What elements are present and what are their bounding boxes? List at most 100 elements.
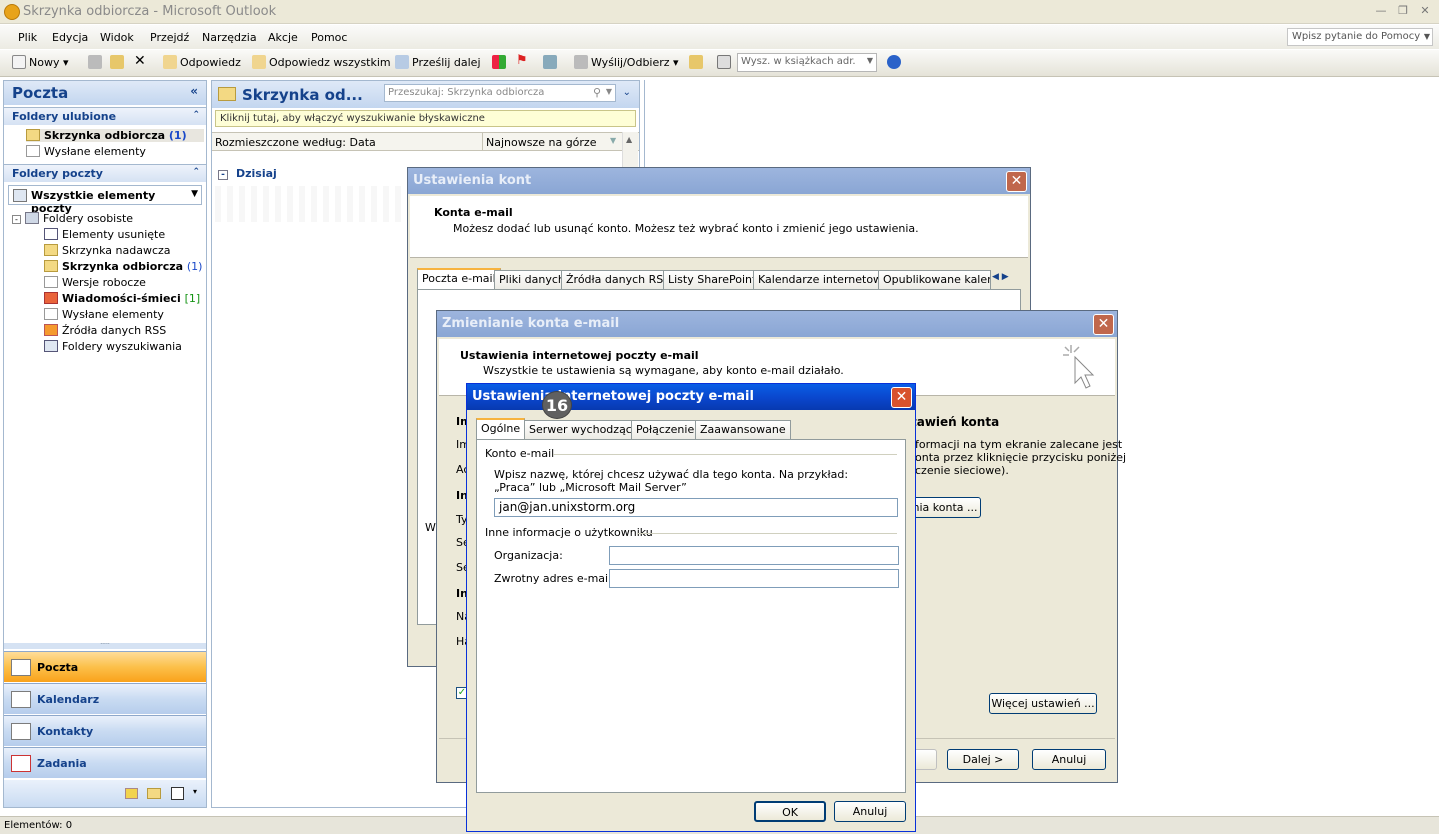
forward-button[interactable]: Prześlij dalej [395, 55, 481, 73]
favorites-header[interactable]: Foldery ulubione ⌃ [4, 107, 206, 125]
favorite-sent[interactable]: Wysłane elementy [26, 145, 146, 158]
help-search-placeholder: Wpisz pytanie do Pomocy [1292, 31, 1421, 42]
menu-edycja[interactable]: Edycja [52, 31, 88, 44]
account-name-field[interactable]: jan@jan.unixstorm.org [494, 498, 898, 517]
maximize-button[interactable]: ❐ [1395, 3, 1411, 19]
internet-email-settings-titlebar: Ustawienia internetowej poczty e-mail ✕ [467, 384, 915, 410]
folder-rss[interactable]: Źródła danych RSS [44, 324, 166, 337]
menu-akcje[interactable]: Akcje [268, 31, 298, 44]
find-button[interactable] [689, 55, 706, 73]
folder-sent[interactable]: Wysłane elementy [44, 308, 164, 321]
tab-data-files[interactable]: Pliki danych [494, 270, 570, 289]
reply-button[interactable]: Odpowiedz [163, 55, 241, 73]
folder-deleted[interactable]: Elementy usunięte [44, 228, 165, 241]
reply-all-button[interactable]: Odpowiedz wszystkim [252, 55, 391, 73]
chevron-up-icon[interactable]: ⌃ [192, 167, 200, 177]
mail-search-input[interactable]: Przeszukaj: Skrzynka odbiorcza ⚲ ▼ [384, 84, 616, 102]
organization-field[interactable] [609, 546, 899, 565]
enable-instant-search-link[interactable]: Kliknij tutaj, aby włączyć wyszukiwanie … [215, 110, 636, 127]
folder-outbox[interactable]: Skrzynka nadawcza [44, 244, 171, 257]
nav-button-calendar[interactable]: Kalendarz [4, 683, 206, 714]
menu-pomoc[interactable]: Pomoc [311, 31, 347, 44]
favorite-inbox[interactable]: Skrzynka odbiorcza (1) [26, 129, 204, 142]
inbox-icon [26, 129, 40, 141]
configure-buttons-icon[interactable]: ▾ [193, 787, 197, 796]
tab-rss[interactable]: Źródła danych RSS [561, 270, 676, 289]
address-book-search-input[interactable]: Wysz. w książkach adr. ▼ [737, 53, 877, 72]
next-button[interactable]: Dalej > [947, 749, 1019, 770]
group-today[interactable]: - Dzisiaj [218, 167, 277, 180]
print-button[interactable] [88, 55, 105, 73]
new-button[interactable]: Nowy ▾ [12, 55, 69, 73]
send-receive-all-button[interactable] [543, 55, 560, 73]
sort-order-button[interactable]: Najnowsze na górze [486, 136, 596, 149]
account-settings-description: Możesz dodać lub usunąć konto. Możesz te… [453, 222, 919, 235]
chevron-up-icon[interactable]: ⌃ [192, 110, 200, 120]
close-icon[interactable]: ✕ [891, 387, 912, 408]
general-tab-panel: Konto e-mail Wpisz nazwę, której chcesz … [476, 439, 906, 793]
personal-folders[interactable]: - Foldery osobiste [12, 212, 133, 225]
menu-widok[interactable]: Widok [100, 31, 134, 44]
address-book-button[interactable] [717, 55, 734, 73]
folder-junk[interactable]: Wiadomości-śmieci [1] [44, 292, 200, 305]
expand-search-icon[interactable]: ⌄ [623, 87, 631, 98]
ok-button[interactable]: OK [754, 801, 826, 822]
cancel-button[interactable]: Anuluj [1032, 749, 1106, 770]
move-button[interactable] [110, 55, 127, 73]
flag-button[interactable]: ⚑ [516, 53, 528, 71]
cancel-button[interactable]: Anuluj [834, 801, 906, 822]
deleted-items-icon [44, 228, 58, 240]
tab-published-calendars[interactable]: Opublikowane kalenda [878, 270, 991, 289]
collapse-tree-icon[interactable]: - [12, 215, 21, 224]
collapse-group-icon[interactable]: - [218, 170, 228, 180]
shortcuts-icon[interactable] [171, 787, 184, 800]
tab-scroll-arrows[interactable]: ◀ ▶ [992, 272, 1022, 288]
reply-email-field[interactable] [609, 569, 899, 588]
categorize-button[interactable] [492, 55, 509, 73]
chevron-down-icon[interactable]: ▼ [606, 87, 612, 96]
help-button[interactable] [887, 55, 904, 73]
folder-list-icon[interactable] [147, 788, 161, 799]
arranged-by-button[interactable]: Rozmieszczone według: Data [215, 136, 376, 149]
tab-outgoing-server[interactable]: Serwer wychodzący [524, 420, 644, 439]
minimize-button[interactable]: — [1373, 3, 1389, 19]
tab-general[interactable]: Ogólne [476, 418, 526, 439]
all-mail-items-dropdown[interactable]: Wszystkie elementy poczty ▼ [8, 185, 202, 215]
nav-button-mail[interactable]: Poczta [4, 651, 206, 682]
send-receive-button[interactable]: Wyślij/Odbierz ▾ [574, 55, 679, 73]
more-settings-button[interactable]: Więcej ustawień ... [989, 693, 1097, 714]
splitter-handle[interactable]: ····· [4, 642, 206, 649]
notes-icon[interactable] [125, 788, 138, 799]
reply-icon [163, 55, 177, 69]
test-account-settings-button[interactable]: nia konta ... [909, 497, 981, 518]
nav-title: Poczta « [4, 81, 206, 105]
tab-internet-calendars[interactable]: Kalendarze internetowe [753, 270, 894, 289]
close-button[interactable]: ✕ [1417, 3, 1433, 19]
search-icon[interactable]: ⚲ [593, 86, 601, 99]
delete-button[interactable]: ✕ [134, 53, 146, 71]
nav-button-tasks[interactable]: Zadania [4, 747, 206, 778]
collapse-pane-icon[interactable]: « [190, 84, 198, 98]
menu-narzedzia[interactable]: Narzędzia [202, 31, 257, 44]
tab-email[interactable]: Poczta e-mail [417, 268, 501, 289]
tab-sharepoint[interactable]: Listy SharePoint [663, 270, 762, 289]
tab-advanced[interactable]: Zaawansowane [695, 420, 791, 439]
mail-folders-header[interactable]: Foldery poczty ⌃ [4, 164, 206, 182]
menu-przejdz[interactable]: Przejdź [150, 31, 189, 44]
scroll-up-icon[interactable]: ▲ [626, 135, 632, 144]
tab-connection[interactable]: Połączenie [631, 420, 700, 439]
help-search-input[interactable]: Wpisz pytanie do Pomocy ▼ [1287, 28, 1433, 46]
folder-search[interactable]: Foldery wyszukiwania [44, 340, 182, 353]
close-icon[interactable]: ✕ [1093, 314, 1114, 335]
chevron-down-icon[interactable]: ▼ [1421, 28, 1433, 46]
account-group-label: Konto e-mail [485, 447, 555, 460]
folder-inbox[interactable]: Skrzynka odbiorcza (1) [44, 260, 202, 273]
menu-plik[interactable]: Plik [18, 31, 37, 44]
chevron-down-icon[interactable]: ▼ [191, 189, 198, 199]
close-icon[interactable]: ✕ [1006, 171, 1027, 192]
folder-drafts[interactable]: Wersje robocze [44, 276, 146, 289]
favorite-sent-label: Wysłane elementy [44, 145, 146, 158]
nav-button-contacts[interactable]: Kontakty [4, 715, 206, 746]
chevron-down-icon[interactable]: ▼ [867, 56, 873, 65]
group-divider [637, 533, 897, 534]
